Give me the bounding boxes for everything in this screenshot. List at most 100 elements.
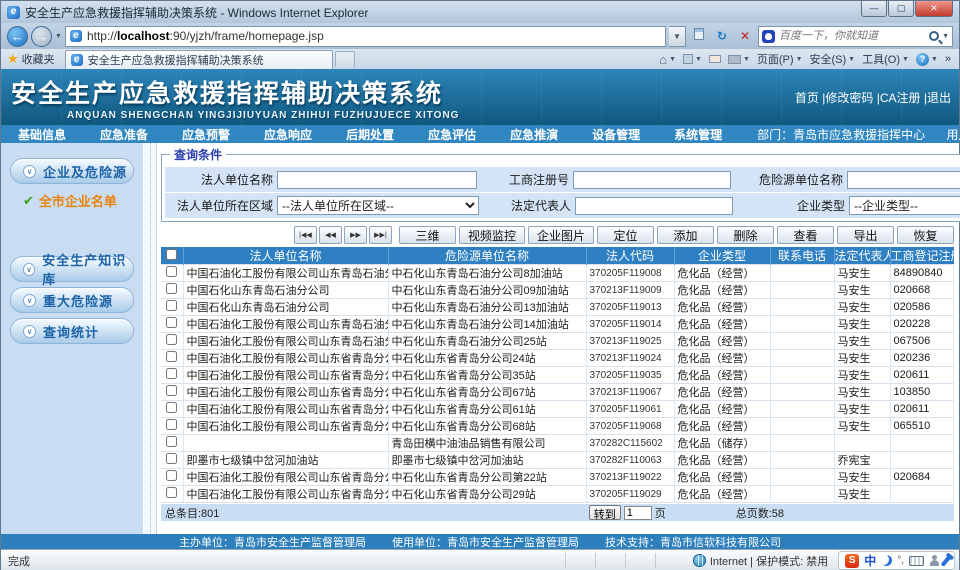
row-checkbox[interactable] — [166, 385, 177, 396]
sogou-logo-icon[interactable]: S — [845, 554, 859, 568]
compatibility-view-button[interactable] — [689, 26, 709, 46]
row-checkbox[interactable] — [166, 266, 177, 277]
header-link-2[interactable]: CA注册 — [880, 91, 921, 105]
toolbar-button-5[interactable]: 删除 — [717, 226, 774, 244]
row-checkbox[interactable] — [166, 470, 177, 481]
toolbar-button-6[interactable]: 查看 — [777, 226, 834, 244]
chinese-mode-icon[interactable]: 中 — [864, 552, 876, 569]
nav-item-4[interactable]: 后期处置 — [329, 126, 411, 143]
row-checkbox[interactable] — [166, 402, 177, 413]
pager-button-0[interactable]: |◀◀ — [294, 226, 317, 244]
history-dropdown-icon[interactable]: ▼ — [55, 33, 62, 40]
hazard-name-input[interactable] — [847, 171, 960, 189]
user-info-bar: 部门：青岛市应急救援指挥中心 用户：市局用户 — [739, 126, 960, 143]
search-input[interactable] — [779, 30, 926, 42]
nav-item-3[interactable]: 应急响应 — [247, 126, 329, 143]
page-subtitle: ANQUAN SHENGCHAN YINGJIJIUYUAN ZHIHUI FU… — [1, 110, 959, 121]
row-checkbox[interactable] — [166, 334, 177, 345]
column-header-6[interactable]: 工商登记注册号 — [890, 247, 954, 265]
address-dropdown-button[interactable]: ▼ — [669, 26, 686, 47]
search-icon[interactable] — [929, 31, 939, 41]
stop-button[interactable]: ✕ — [735, 26, 755, 46]
row-checkbox[interactable] — [166, 317, 177, 328]
column-header-0[interactable]: 法人单位名称 — [183, 247, 388, 265]
corp-name-input[interactable] — [277, 171, 477, 189]
new-tab-button[interactable] — [335, 51, 355, 67]
refresh-button[interactable]: ↻ — [712, 26, 732, 46]
column-header-4[interactable]: 联系电话 — [770, 247, 834, 265]
moon-icon[interactable] — [881, 555, 892, 566]
toolbar-button-1[interactable]: 视频监控 — [459, 226, 525, 244]
maximize-button[interactable]: ▢ — [888, 1, 914, 17]
toolbar-button-2[interactable]: 企业图片 — [528, 226, 594, 244]
toolbar-button-4[interactable]: 添加 — [657, 226, 714, 244]
nav-item-0[interactable]: 基础信息 — [1, 126, 83, 143]
print-button[interactable]: ▼ — [728, 55, 750, 64]
frame-splitter[interactable] — [143, 143, 157, 534]
read-mail-button[interactable] — [709, 55, 721, 63]
nav-item-5[interactable]: 应急评估 — [411, 126, 493, 143]
close-button[interactable]: ✕ — [915, 1, 953, 17]
nav-item-7[interactable]: 设备管理 — [575, 126, 657, 143]
nav-item-8[interactable]: 系统管理 — [657, 126, 739, 143]
legal-rep-input[interactable] — [575, 197, 733, 215]
help-menu[interactable]: ?▼ — [916, 53, 938, 66]
regno-input[interactable] — [573, 171, 731, 189]
search-dropdown-icon[interactable]: ▼ — [942, 33, 949, 40]
corp-type-select[interactable]: --企业类型-- — [849, 196, 960, 215]
toolbar-button-0[interactable]: 三维 — [399, 226, 456, 244]
site-footer: 主办单位：青岛市安全生产监督管理局 使用单位：青岛市安全生产监督管理局 技术支持… — [1, 534, 959, 549]
address-input[interactable]: e http://localhost:90/yjzh/frame/homepag… — [65, 26, 666, 47]
goto-page-input[interactable] — [624, 506, 652, 520]
keyboard-icon[interactable] — [909, 556, 924, 566]
header-link-0[interactable]: 首页 — [795, 91, 819, 105]
region-select[interactable]: --法人单位所在区域-- — [277, 196, 479, 215]
column-header-1[interactable]: 危险源单位名称 — [388, 247, 586, 265]
sidebar-group-knowledge-base[interactable]: 安全生产知识库 — [10, 256, 134, 282]
pager-button-1[interactable]: ◀◀ — [319, 226, 342, 244]
favorites-label[interactable]: 收藏夹 — [22, 51, 55, 67]
sidebar-group-major-hazard[interactable]: 重大危险源 — [10, 287, 134, 313]
browser-tab[interactable]: e 安全生产应急救援指挥辅助决策系统 — [65, 50, 333, 69]
column-header-2[interactable]: 法人代码 — [586, 247, 674, 265]
minimize-button[interactable]: — — [861, 1, 887, 17]
sidebar-group-enterprise-hazard[interactable]: 企业及危险源 — [10, 158, 134, 184]
column-header-5[interactable]: 法定代表人 — [834, 247, 890, 265]
row-checkbox[interactable] — [166, 419, 177, 430]
row-checkbox[interactable] — [166, 283, 177, 294]
nav-item-2[interactable]: 应急预警 — [165, 126, 247, 143]
toolbar-button-8[interactable]: 恢复 — [897, 226, 954, 244]
safety-menu[interactable]: 安全(S)▼ — [810, 51, 856, 67]
table-cell: 020684 — [890, 469, 954, 486]
row-checkbox[interactable] — [166, 487, 177, 498]
sidebar-item-city-enterprise-list[interactable]: ✔全市企业名单 — [23, 191, 143, 210]
nav-item-1[interactable]: 应急准备 — [83, 126, 165, 143]
nav-item-6[interactable]: 应急推演 — [493, 126, 575, 143]
row-checkbox[interactable] — [166, 300, 177, 311]
row-checkbox[interactable] — [166, 368, 177, 379]
goto-button[interactable]: 转到 — [589, 505, 621, 520]
pager-button-2[interactable]: ▶▶ — [344, 226, 367, 244]
column-header-3[interactable]: 企业类型 — [674, 247, 770, 265]
sidebar-group-query-stats[interactable]: 查询统计 — [10, 318, 134, 344]
home-button[interactable]: ⌂▼ — [659, 52, 676, 67]
header-link-3[interactable]: 退出 — [927, 91, 951, 105]
feeds-button[interactable]: ▼ — [683, 54, 702, 64]
toolbar-button-3[interactable]: 定位 — [597, 226, 654, 244]
favorites-star-icon[interactable]: ★ — [7, 51, 19, 67]
tools-menu[interactable]: 工具(O)▼ — [862, 51, 909, 67]
punctuation-icon[interactable]: °, — [897, 555, 904, 566]
forward-button[interactable]: → — [31, 26, 52, 47]
back-button[interactable]: ← — [7, 26, 28, 47]
row-checkbox[interactable] — [166, 351, 177, 362]
header-link-1[interactable]: 修改密码 — [825, 91, 873, 105]
more-commands-chevron[interactable]: » — [945, 53, 951, 65]
toolbar-button-7[interactable]: 导出 — [837, 226, 894, 244]
row-checkbox[interactable] — [166, 436, 177, 447]
pager-button-3[interactable]: ▶▶| — [369, 226, 392, 244]
person-icon[interactable] — [929, 555, 939, 566]
row-checkbox[interactable] — [166, 453, 177, 464]
page-menu[interactable]: 页面(P)▼ — [757, 51, 803, 67]
wrench-icon[interactable] — [941, 555, 952, 567]
select-all-checkbox[interactable] — [166, 249, 177, 260]
